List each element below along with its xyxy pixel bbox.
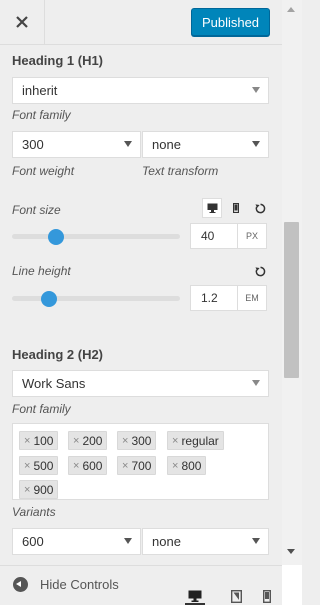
chevron-down-icon	[252, 87, 260, 93]
font-size-slider-track[interactable]	[12, 234, 180, 239]
line-height-slider-thumb[interactable]	[40, 291, 57, 307]
heading2-font-weight-select[interactable]: 600	[12, 528, 141, 555]
variant-tag[interactable]: × 900	[19, 480, 59, 499]
line-height-slider-track[interactable]	[12, 296, 180, 301]
mobile-icon	[263, 590, 271, 603]
heading2-variants-label: Variants	[12, 505, 56, 519]
heading1-font-size-label: Font size	[12, 203, 61, 217]
remove-icon[interactable]: ×	[24, 435, 30, 447]
collapse-arrow-icon	[13, 577, 28, 592]
remove-icon[interactable]: ×	[122, 460, 128, 472]
variant-tag[interactable]: × 600	[68, 456, 108, 475]
tablet-device-button[interactable]	[229, 198, 243, 218]
heading1-title: Heading 1 (H1)	[12, 53, 104, 68]
heading1-font-family-select[interactable]: inherit	[12, 77, 269, 104]
variant-tag[interactable]: × 200	[68, 431, 108, 450]
chevron-down-icon	[252, 141, 260, 147]
variant-tag[interactable]: × 300	[117, 431, 157, 450]
reset-icon	[254, 203, 265, 213]
font-size-slider-thumb[interactable]	[47, 229, 64, 245]
heading1-font-weight-select[interactable]: 300	[12, 131, 141, 158]
variant-tag[interactable]: × 700	[117, 456, 157, 475]
preview-mobile-button[interactable]	[260, 589, 274, 604]
hide-controls-label: Hide Controls	[40, 577, 119, 592]
hide-controls-button[interactable]: Hide Controls	[13, 577, 119, 592]
font-size-input[interactable]: 40	[190, 223, 238, 249]
reset-font-size-button[interactable]	[250, 198, 270, 218]
scrollbar-thumb[interactable]	[284, 222, 299, 378]
font-size-unit: PX	[238, 223, 267, 249]
chevron-down-icon	[252, 380, 260, 386]
tablet-icon	[233, 203, 239, 213]
panel-header: Published	[0, 0, 282, 45]
variants-multiselect[interactable]: × 100 × 200 × 300 × regular × 500 × 600 × 700 ×…	[12, 423, 269, 500]
close-icon	[16, 16, 28, 28]
heading1-font-family-label: Font family	[12, 108, 71, 122]
heading1-line-height-label: Line height	[12, 264, 71, 278]
heading2-font-family-label: Font family	[12, 402, 71, 416]
heading2-text-transform-select[interactable]: none	[142, 528, 269, 555]
desktop-icon	[188, 590, 202, 602]
chevron-down-icon	[124, 141, 132, 147]
reset-icon	[254, 266, 265, 276]
variant-tag[interactable]: × 500	[19, 456, 59, 475]
tablet-icon	[230, 590, 242, 603]
heading2-font-weight-value: 600	[22, 534, 44, 549]
heading1-font-weight-label: Font weight	[12, 164, 75, 178]
remove-icon[interactable]: ×	[73, 460, 79, 472]
publish-button[interactable]: Published	[191, 8, 270, 36]
variant-tag[interactable]: × 100	[19, 431, 59, 450]
remove-icon[interactable]: ×	[24, 484, 30, 496]
scroll-down-arrow[interactable]	[287, 549, 295, 554]
preview-desktop-button[interactable]	[185, 588, 205, 605]
heading2-title: Heading 2 (H2)	[12, 347, 104, 362]
remove-icon[interactable]: ×	[24, 460, 30, 472]
customizer-panel: Published Heading 1 (H1) inherit Font fa…	[0, 0, 282, 605]
line-height-unit: EM	[238, 285, 267, 311]
heading1-text-transform-value: none	[152, 137, 181, 152]
remove-icon[interactable]: ×	[172, 435, 178, 447]
desktop-icon	[207, 203, 217, 213]
remove-icon[interactable]: ×	[122, 435, 128, 447]
heading2-text-transform-value: none	[152, 534, 181, 549]
variant-tag[interactable]: × 800	[167, 456, 207, 475]
close-button[interactable]	[0, 0, 45, 44]
desktop-device-button[interactable]	[202, 198, 222, 218]
controls-scroll-area: Heading 1 (H1) inherit Font family 300 n…	[0, 45, 282, 565]
remove-icon[interactable]: ×	[172, 460, 178, 472]
heading2-font-family-select[interactable]: Work Sans	[12, 370, 269, 397]
heading1-font-weight-value: 300	[22, 137, 44, 152]
preview-tablet-button[interactable]	[228, 589, 244, 604]
scroll-up-arrow[interactable]	[287, 7, 295, 12]
panel-footer: Hide Controls	[0, 565, 282, 605]
remove-icon[interactable]: ×	[73, 435, 79, 447]
heading2-font-family-value: Work Sans	[22, 376, 86, 391]
line-height-input[interactable]: 1.2	[190, 285, 238, 311]
heading1-text-transform-label: Text transform	[142, 164, 219, 178]
heading1-font-family-value: inherit	[22, 83, 58, 98]
variant-tag[interactable]: × regular	[167, 431, 224, 450]
chevron-down-icon	[124, 538, 132, 544]
reset-line-height-button[interactable]	[250, 261, 270, 281]
chevron-down-icon	[252, 538, 260, 544]
heading1-text-transform-select[interactable]: none	[142, 131, 269, 158]
